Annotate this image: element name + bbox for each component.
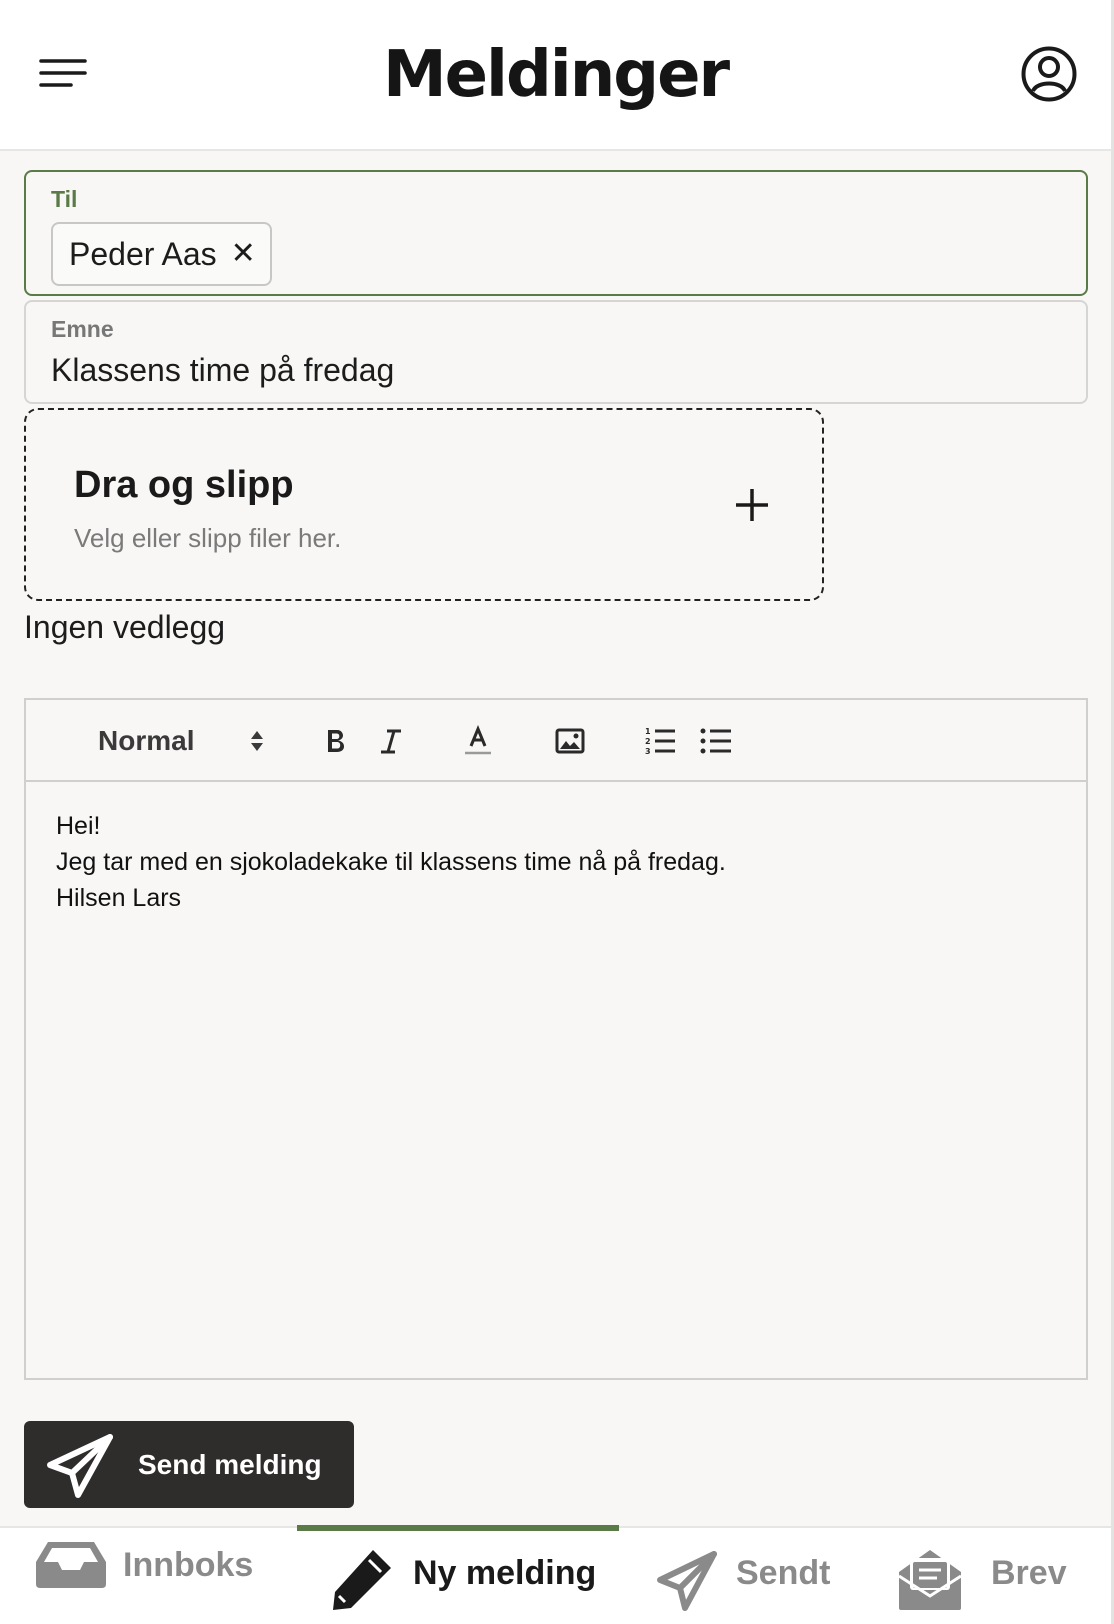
page-title: Meldinger [382,38,730,112]
italic-button[interactable] [371,700,411,782]
ordered-list-icon: 1 2 3 [645,727,675,756]
editor-toolbar: Normal 1 2 3 [26,700,1086,782]
paper-plane-icon [657,1551,717,1611]
nav-item-ny-melding[interactable]: Ny melding [325,1528,615,1624]
select-arrows-icon [251,731,264,751]
nav-label: Ny melding [413,1554,597,1592]
nav-item-brev[interactable]: Brev [895,1528,1075,1624]
recipient-chip[interactable]: Peder Aas ✕ [51,222,272,286]
pencil-icon [333,1550,391,1610]
inbox-tray-icon [36,1542,106,1588]
message-line: Hei! [56,812,101,840]
nav-item-innboks[interactable]: Innboks [30,1528,260,1624]
send-button-label: Send melding [138,1449,322,1480]
attachments-status: Ingen vedlegg [24,609,226,645]
user-circle-icon[interactable] [1020,45,1078,103]
svg-text:3: 3 [645,747,651,756]
recipient-label: Til [51,186,78,212]
app-header: Meldinger [0,0,1111,151]
insert-image-button[interactable] [548,700,592,782]
recipient-field[interactable]: Til Peder Aas ✕ [24,170,1088,296]
text-color-button[interactable] [456,700,500,782]
bullet-list-icon [700,728,731,754]
send-message-button[interactable]: Send melding [24,1421,354,1508]
bullet-list-button[interactable] [694,700,738,782]
dropzone-subtitle: Velg eller slipp filer her. [74,523,342,553]
message-line: Hilsen Lars [56,884,182,912]
bottom-navigation: Innboks Ny melding Sendt Brev [0,1525,1111,1624]
recipient-name: Peder Aas [69,235,217,272]
text-color-icon [465,725,491,755]
svg-text:2: 2 [645,737,651,746]
open-envelope-icon [898,1550,962,1610]
message-body[interactable]: Hei! Jeg tar med en sjokoladekake til kl… [56,808,1056,916]
image-icon [555,728,585,754]
subject-input[interactable]: Klassens time på fredag [51,352,394,389]
plus-icon[interactable] [732,485,772,525]
message-editor: Normal 1 2 3 Hei! Jeg tar med en sjokola… [24,698,1088,1380]
svg-text:1: 1 [645,727,651,736]
file-dropzone[interactable]: Dra og slipp Velg eller slipp filer her. [24,408,824,601]
italic-icon [381,729,401,754]
remove-recipient-icon[interactable]: ✕ [231,239,256,269]
bold-icon [328,730,344,752]
bold-button[interactable] [316,700,356,782]
ordered-list-button[interactable]: 1 2 3 [638,700,682,782]
dropzone-title: Dra og slipp [74,464,294,506]
nav-label: Brev [991,1554,1067,1592]
nav-label: Sendt [736,1554,831,1592]
heading-select-value: Normal [98,725,195,756]
paper-plane-icon [47,1434,113,1498]
subject-field[interactable]: Emne Klassens time på fredag [24,300,1088,404]
heading-select[interactable]: Normal [98,700,298,782]
subject-label: Emne [51,316,114,342]
nav-item-sendt[interactable]: Sendt [650,1528,840,1624]
nav-label: Innboks [123,1546,254,1584]
message-line: Jeg tar med en sjokoladekake til klassen… [56,848,726,876]
